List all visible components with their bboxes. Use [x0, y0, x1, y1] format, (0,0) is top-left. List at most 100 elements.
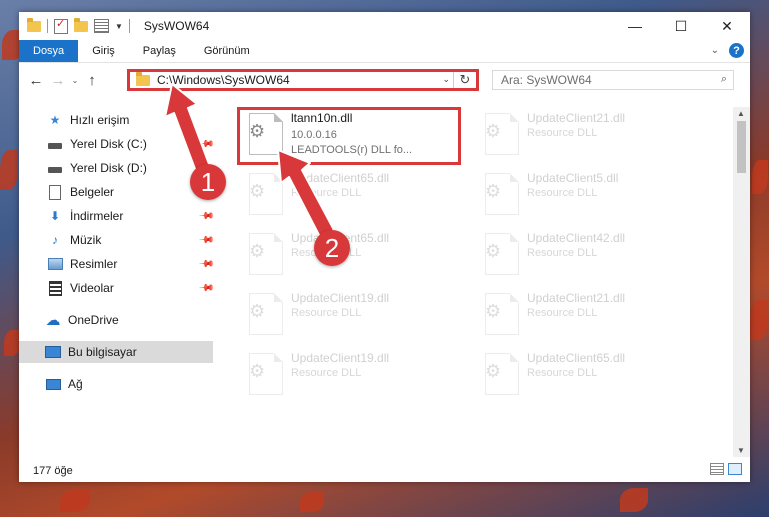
step-badge-2: 2 [314, 230, 350, 266]
tab-home[interactable]: Giriş [78, 40, 129, 62]
file-name: UpdateClient19.dll [291, 291, 390, 305]
sidebar-item-label: Resimler [70, 257, 118, 271]
sidebar-item-local-disk-c[interactable]: Yerel Disk (C:) 📌 [19, 133, 215, 155]
address-path[interactable]: C:\Windows\SysWOW64 [157, 73, 290, 87]
explorer-window: ▼ SysWOW64 — ☐ ✕ Dosya Giriş Paylaş Görü… [19, 12, 750, 482]
file-description: Resource DLL [527, 127, 598, 139]
scroll-up-arrow-icon[interactable]: ▲ [737, 109, 745, 118]
file-item[interactable]: ⚙ UpdateClient21.dll Resource DLL [477, 289, 702, 341]
close-button[interactable]: ✕ [704, 12, 750, 40]
file-description: LEADTOOLS(r) DLL fo... [291, 144, 413, 156]
forward-arrow-icon[interactable]: → [47, 72, 69, 89]
new-folder-icon[interactable] [74, 17, 88, 32]
download-icon: ⬇ [49, 209, 61, 223]
sidebar-item-label: Videolar [70, 281, 114, 295]
file-item[interactable]: ⚙ UpdateClient21.dll Resource DLL [477, 109, 702, 161]
pin-icon[interactable]: 📌 [198, 136, 215, 153]
drive-icon [47, 136, 63, 152]
file-name: ltann10n.dll [291, 111, 353, 125]
gear-icon: ⚙ [249, 241, 266, 261]
sidebar-item-onedrive[interactable]: ☁ OneDrive [19, 309, 213, 331]
back-arrow-icon[interactable]: ← [25, 72, 47, 89]
status-bar: 177 öğe [19, 459, 750, 482]
file-item[interactable]: ⚙ UpdateClient42.dll Resource DLL [477, 229, 702, 281]
sidebar-item-downloads[interactable]: ⬇ İndirmeler 📌 [19, 205, 215, 227]
recent-locations-chevron-icon[interactable]: ⌄ [69, 76, 81, 85]
pin-icon[interactable]: 📌 [198, 280, 215, 297]
sidebar-item-quick-access[interactable]: ★ Hızlı erişim [19, 109, 213, 131]
sidebar-item-network[interactable]: Ağ [19, 373, 213, 395]
gear-icon: ⚙ [249, 121, 266, 141]
search-input[interactable]: Ara: SysWOW64 [501, 73, 592, 87]
file-description: Resource DLL [527, 247, 598, 259]
pin-icon[interactable]: 📌 [198, 232, 215, 249]
expand-ribbon-chevron-icon[interactable]: ⌄ [711, 45, 719, 56]
up-arrow-icon[interactable]: ↑ [81, 72, 103, 89]
file-item[interactable]: ⚙ UpdateClient65.dll Resource DLL [241, 229, 466, 281]
scrollbar-thumb[interactable] [737, 121, 746, 173]
customize-toolbar-chevron-icon[interactable]: ▼ [115, 22, 123, 31]
file-item[interactable]: ⚙ UpdateClient19.dll Resource DLL [241, 289, 466, 341]
file-item[interactable]: ⚙ UpdateClient5.dll Resource DLL [477, 169, 702, 221]
sidebar-item-music[interactable]: ♪ Müzik 📌 [19, 229, 215, 251]
sidebar-item-videos[interactable]: Videolar 📌 [19, 277, 215, 299]
background-leaf [4, 330, 20, 356]
gear-icon: ⚙ [249, 361, 266, 381]
quick-access-toolbar: ▼ [19, 17, 130, 34]
file-description: Resource DLL [291, 307, 362, 319]
details-view-icon[interactable] [710, 463, 724, 475]
sidebar-item-label: Yerel Disk (D:) [70, 161, 147, 175]
tab-view[interactable]: Görünüm [190, 40, 264, 62]
item-count: 177 öğe [33, 464, 73, 477]
ribbon-right-controls: ⌄ ? [711, 43, 744, 58]
tab-file[interactable]: Dosya [19, 40, 79, 62]
file-name: UpdateClient19.dll [291, 351, 390, 365]
file-version: 10.0.0.16 [291, 129, 337, 141]
maximize-button[interactable]: ☐ [658, 12, 704, 40]
pin-icon[interactable]: 📌 [198, 256, 215, 273]
scroll-down-arrow-icon[interactable]: ▼ [737, 446, 745, 455]
sidebar-item-label: Bu bilgisayar [68, 345, 137, 359]
file-item[interactable]: ⚙ UpdateClient65.dll Resource DLL [477, 349, 702, 401]
star-icon: ★ [49, 113, 61, 127]
divider [47, 19, 48, 33]
sidebar-item-documents[interactable]: Belgeler 📌 [19, 181, 215, 203]
file-description: Resource DLL [527, 187, 598, 199]
video-icon [47, 280, 63, 296]
minimize-button[interactable]: — [612, 12, 658, 40]
divider [128, 19, 130, 33]
address-bar[interactable]: C:\Windows\SysWOW64 ⌄ ↻ [127, 69, 479, 91]
search-box[interactable]: Ara: SysWOW64 ⌕ [492, 70, 734, 90]
sidebar-item-local-disk-d[interactable]: Yerel Disk (D:) 📌 [19, 157, 215, 179]
file-name: UpdateClient21.dll [527, 111, 626, 125]
file-name: UpdateClient65.dll [527, 351, 626, 365]
sidebar-item-label: Hızlı erişim [70, 113, 130, 127]
help-icon[interactable]: ? [729, 43, 744, 58]
refresh-icon[interactable]: ↻ [453, 72, 476, 88]
gear-icon: ⚙ [485, 181, 502, 201]
properties-check-icon[interactable] [54, 17, 68, 34]
sidebar-item-label: Ağ [68, 377, 83, 391]
tab-share[interactable]: Paylaş [129, 40, 190, 62]
file-item[interactable]: ⚙ UpdateClient65.dll Resource DLL [241, 169, 466, 221]
file-item[interactable]: ⚙ UpdateClient19.dll Resource DLL [241, 349, 466, 401]
background-leaf [60, 490, 90, 512]
sidebar-item-label: İndirmeler [70, 209, 124, 223]
file-name: UpdateClient5.dll [527, 171, 619, 185]
file-description: Resource DLL [527, 307, 598, 319]
view-switcher [710, 463, 742, 475]
tiles-view-icon[interactable] [728, 463, 742, 475]
vertical-scrollbar[interactable]: ▲ ▼ [733, 107, 750, 457]
file-item-ltann10n[interactable]: ⚙ ltann10n.dll 10.0.0.16 LEADTOOLS(r) DL… [241, 109, 466, 161]
step-badge-1: 1 [190, 164, 226, 200]
background-leaf [620, 488, 648, 512]
sidebar-item-this-pc[interactable]: Bu bilgisayar [19, 341, 213, 363]
folder-icon [136, 71, 150, 86]
sidebar-item-pictures[interactable]: Resimler 📌 [19, 253, 215, 275]
network-icon [45, 376, 61, 392]
address-history-chevron-icon[interactable]: ⌄ [442, 74, 450, 85]
sidebar-item-label: Yerel Disk (C:) [70, 137, 147, 151]
view-options-icon[interactable] [94, 19, 109, 33]
background-leaf [752, 160, 768, 194]
pin-icon[interactable]: 📌 [198, 208, 215, 225]
